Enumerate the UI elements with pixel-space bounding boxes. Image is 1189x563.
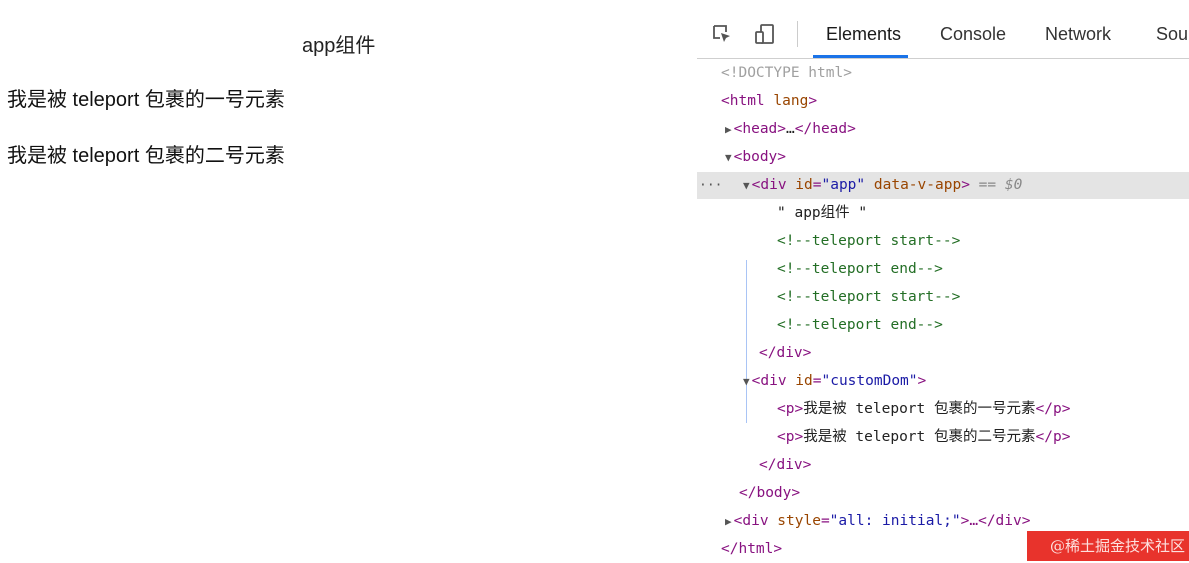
p-close-tag: </p> — [1035, 401, 1071, 417]
p-text-1: 我是被 teleport 包裹的一号元素 — [803, 401, 1036, 417]
expand-triangle-icon[interactable]: ▶ — [725, 515, 732, 528]
tab-elements[interactable]: Elements — [826, 24, 901, 45]
tree-node-comment[interactable]: <!--teleport end--> — [697, 312, 1189, 339]
collapse-triangle-icon[interactable]: ▼ — [725, 151, 732, 164]
dom-tree: <!DOCTYPE html> <html lang> ▶ <head>…</he… — [697, 60, 1189, 563]
collapse-triangle-icon[interactable]: ▼ — [743, 179, 750, 192]
app-id-value: "app" — [821, 177, 866, 193]
p-open-tag: <p> — [777, 429, 804, 445]
teleport-paragraph-2: 我是被 teleport 包裹的二号元素 — [7, 145, 285, 167]
html-open-bracket: > — [808, 93, 818, 109]
head-open-tag: <head> — [733, 121, 787, 137]
tree-node-body[interactable]: ▼ <body> — [697, 144, 1189, 171]
tree-node-custom-dom-div[interactable]: ▼ <div id="customDom"> — [697, 368, 1189, 395]
p-close-tag: </p> — [1035, 429, 1071, 445]
custom-div-close-tag: </div> — [759, 457, 812, 473]
ext-style-value: "all: initial;" — [829, 513, 961, 529]
tree-node-html[interactable]: <html lang> — [697, 88, 1189, 115]
app-title: app组件 — [302, 35, 376, 57]
devtools-panel: Elements Console Network Sou <!DOCTYPE h… — [697, 0, 1189, 563]
watermark: @稀土掘金技术社区 — [1027, 531, 1189, 561]
p-text-2: 我是被 teleport 包裹的二号元素 — [803, 429, 1036, 445]
tree-node-head[interactable]: ▶ <head>…</head> — [697, 116, 1189, 143]
doctype-text: <!DOCTYPE html> — [721, 65, 852, 81]
tree-node-custom-div-close[interactable]: </div> — [697, 452, 1189, 479]
head-close-tag: </head> — [794, 121, 856, 137]
body-open-tag: <body> — [733, 149, 787, 165]
active-tab-indicator — [813, 55, 908, 58]
tab-sources[interactable]: Sou — [1156, 24, 1188, 45]
ext-div-close-tag: </div> — [978, 513, 1031, 529]
inspect-element-icon[interactable] — [712, 24, 732, 44]
html-close-tag: </html> — [721, 541, 783, 557]
collapse-triangle-icon[interactable]: ▼ — [743, 375, 750, 388]
teleport-start-comment-2: <!--teleport start--> — [777, 289, 961, 305]
custom-div-open-tag: <div — [751, 373, 787, 389]
custom-id-value: "customDom" — [821, 373, 918, 389]
tree-node-app-text[interactable]: " app组件 " — [697, 200, 1189, 227]
device-toolbar-icon[interactable] — [755, 24, 775, 44]
tree-node-app-div-selected[interactable]: ··· ▼ <div id="app" data-v-app> == $0 — [697, 172, 1189, 199]
p-open-tag: <p> — [777, 401, 804, 417]
tree-node-paragraph-2[interactable]: <p>我是被 teleport 包裹的二号元素</p> — [697, 424, 1189, 451]
ext-gt-ellipsis: >… — [960, 513, 979, 529]
teleport-end-comment-1: <!--teleport end--> — [777, 261, 943, 277]
tree-node-comment[interactable]: <!--teleport start--> — [697, 228, 1189, 255]
app-data-v-attr: data-v-app — [873, 177, 962, 193]
custom-div-gt: > — [917, 373, 927, 389]
page-viewport: app组件 我是被 teleport 包裹的一号元素 我是被 teleport … — [0, 0, 697, 563]
teleport-start-comment-1: <!--teleport start--> — [777, 233, 961, 249]
tab-console[interactable]: Console — [940, 24, 1006, 45]
app-div-gt: > — [961, 177, 970, 193]
ext-div-open-tag: <div — [733, 513, 769, 529]
devtools-toolbar: Elements Console Network Sou — [697, 12, 1189, 59]
tree-node-body-close[interactable]: </body> — [697, 480, 1189, 507]
html-open-tag: <html — [721, 93, 765, 109]
tree-node-paragraph-1[interactable]: <p>我是被 teleport 包裹的一号元素</p> — [697, 396, 1189, 423]
more-options-icon[interactable]: ··· — [699, 172, 722, 199]
teleport-end-comment-2: <!--teleport end--> — [777, 317, 943, 333]
tab-network[interactable]: Network — [1045, 24, 1111, 45]
tree-node-app-div-close[interactable]: </div> — [697, 340, 1189, 367]
app-div-open-tag: <div — [751, 177, 787, 193]
html-lang-attr: lang — [773, 93, 809, 109]
selected-node-marker: == $0 — [978, 177, 1023, 193]
custom-id-attr: id — [795, 373, 813, 389]
app-id-attr: id — [795, 177, 813, 193]
tree-node-doctype[interactable]: <!DOCTYPE html> — [697, 60, 1189, 87]
head-collapsed-ellipsis[interactable]: … — [786, 121, 795, 137]
body-close-tag: </body> — [739, 485, 801, 501]
ext-style-attr: style — [777, 513, 821, 529]
app-div-close-tag: </div> — [759, 345, 812, 361]
teleport-paragraph-1: 我是被 teleport 包裹的一号元素 — [7, 89, 285, 111]
tree-node-comment[interactable]: <!--teleport end--> — [697, 256, 1189, 283]
toolbar-separator — [797, 21, 798, 47]
tree-node-comment[interactable]: <!--teleport start--> — [697, 284, 1189, 311]
expand-triangle-icon[interactable]: ▶ — [725, 123, 732, 136]
app-text-node: " app组件 " — [777, 205, 868, 221]
